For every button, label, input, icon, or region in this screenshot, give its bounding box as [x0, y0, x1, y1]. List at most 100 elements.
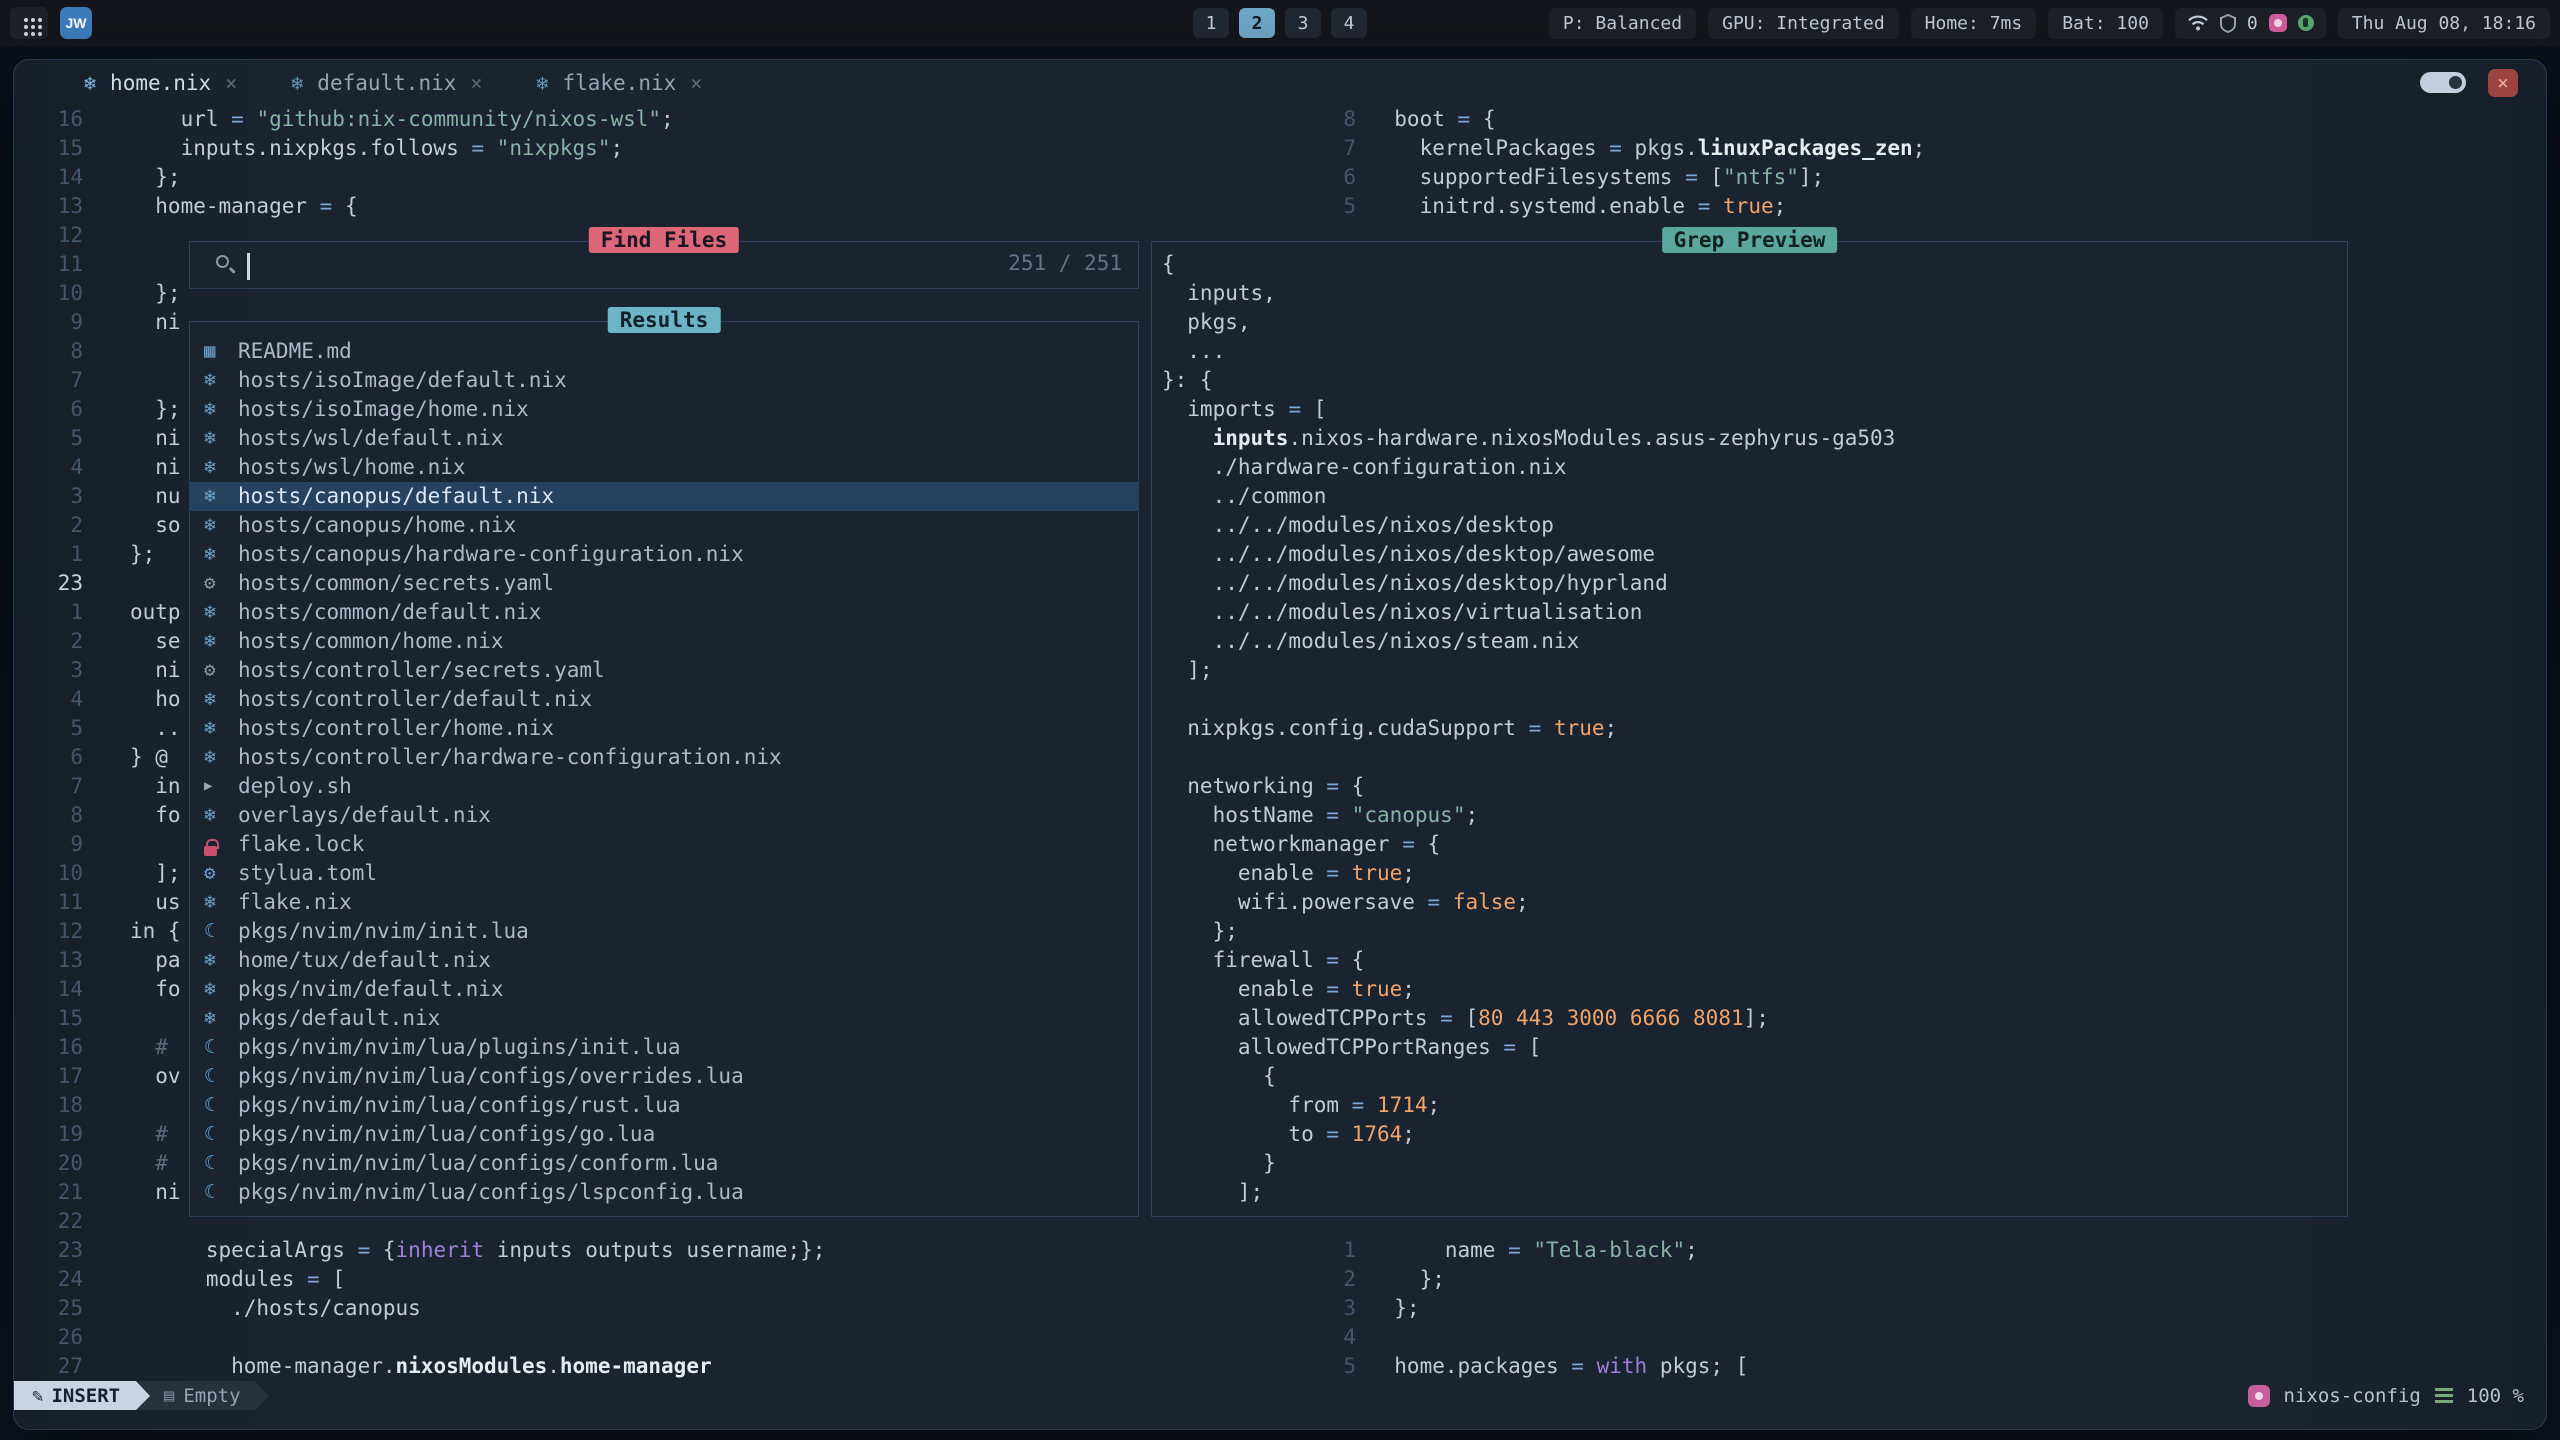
- result-item[interactable]: ❄hosts/isoImage/default.nix: [190, 366, 1138, 395]
- code-token: se: [130, 629, 181, 653]
- result-item[interactable]: ☾pkgs/nvim/nvim/lua/plugins/init.lua: [190, 1033, 1138, 1062]
- result-item[interactable]: ⚙stylua.toml: [190, 859, 1138, 888]
- nix-file-icon: ❄: [204, 1004, 238, 1033]
- line-number: 17: [39, 1062, 83, 1091]
- file-name: hosts/common/secrets.yaml: [238, 569, 554, 598]
- line-number: 5: [39, 714, 83, 743]
- code-token: {: [1428, 832, 1441, 856]
- code-token: so: [130, 513, 181, 537]
- code-token: ;: [1913, 136, 1926, 160]
- result-item[interactable]: ❄hosts/wsl/home.nix: [190, 453, 1138, 482]
- code-token: ];: [1799, 165, 1824, 189]
- result-item[interactable]: ❄hosts/controller/home.nix: [190, 714, 1138, 743]
- code-token: {: [1352, 774, 1365, 798]
- line-number: 2: [1311, 1265, 1356, 1294]
- file-name: hosts/common/home.nix: [238, 627, 504, 656]
- result-item[interactable]: ☾pkgs/nvim/nvim/init.lua: [190, 917, 1138, 946]
- result-item[interactable]: ❄hosts/canopus/home.nix: [190, 511, 1138, 540]
- result-item[interactable]: ❄hosts/canopus/hardware-configuration.ni…: [190, 540, 1138, 569]
- code-token: #: [130, 1151, 168, 1175]
- preview-line: ];: [1162, 656, 2343, 685]
- result-item[interactable]: ❄pkgs/default.nix: [190, 1004, 1138, 1033]
- code-token: ../../modules/nixos/virtualisation: [1162, 600, 1642, 624]
- system-tray[interactable]: 0: [2175, 8, 2326, 39]
- result-item[interactable]: ☾pkgs/nvim/nvim/lua/configs/overrides.lu…: [190, 1062, 1138, 1091]
- result-item[interactable]: ❄flake.nix: [190, 888, 1138, 917]
- result-item[interactable]: ❄hosts/canopus/default.nix: [190, 482, 1138, 511]
- file-name: hosts/canopus/default.nix: [238, 482, 554, 511]
- text-cursor: [247, 253, 250, 280]
- code-token: 1714: [1377, 1093, 1428, 1117]
- code-token: in {: [130, 919, 181, 943]
- result-item[interactable]: ▶deploy.sh: [190, 772, 1138, 801]
- result-item[interactable]: ☾pkgs/nvim/nvim/lua/configs/go.lua: [190, 1120, 1138, 1149]
- code-token: fo: [130, 977, 181, 1001]
- result-item[interactable]: ❄home/tux/default.nix: [190, 946, 1138, 975]
- file-name: hosts/isoImage/home.nix: [238, 395, 529, 424]
- line-number: 15: [39, 1004, 83, 1033]
- result-item[interactable]: ❄hosts/common/default.nix: [190, 598, 1138, 627]
- code-token: }: [1162, 1151, 1276, 1175]
- code-token: allowedTCPPorts: [1162, 1006, 1440, 1030]
- preview-line: ../../modules/nixos/desktop/hyprland: [1162, 569, 2343, 598]
- status-pill: Bat: 100: [2048, 8, 2163, 39]
- code-token: ;: [1402, 1122, 1415, 1146]
- result-item[interactable]: ❄hosts/controller/hardware-configuration…: [190, 743, 1138, 772]
- code-token: firewall: [1162, 948, 1326, 972]
- result-item[interactable]: ☾pkgs/nvim/nvim/lua/configs/rust.lua: [190, 1091, 1138, 1120]
- terminal-window: ❄home.nix×❄default.nix×❄flake.nix× × 16 …: [13, 59, 2547, 1430]
- code-token: #: [130, 1122, 168, 1146]
- gear-file-icon: ⚙: [204, 569, 238, 598]
- line-number: 5: [39, 424, 83, 453]
- line-number: 1: [39, 598, 83, 627]
- power-icon: [2298, 15, 2314, 31]
- code-token: ./hardware-configuration.nix: [1162, 455, 1567, 479]
- result-item[interactable]: ⚙hosts/controller/secrets.yaml: [190, 656, 1138, 685]
- editor-area[interactable]: 16 url = "github:nix-community/nixos-wsl…: [14, 60, 2546, 1429]
- code-line: 2 };: [14, 1265, 2546, 1294]
- line-number: 1: [1311, 1236, 1356, 1265]
- code-token: ../../modules/nixos/desktop: [1162, 513, 1554, 537]
- telescope-prompt[interactable]: Find Files 251 / 251: [189, 241, 1139, 289]
- lua-file-icon: ☾: [204, 1062, 238, 1091]
- workspace-button-2[interactable]: 2: [1239, 8, 1275, 38]
- code-token: =: [1402, 832, 1427, 856]
- result-item[interactable]: ❄hosts/controller/default.nix: [190, 685, 1138, 714]
- result-item[interactable]: ❄hosts/isoImage/home.nix: [190, 395, 1138, 424]
- workspace-button-4[interactable]: 4: [1331, 8, 1367, 38]
- code-token: =: [1698, 194, 1723, 218]
- code-token: };: [130, 397, 181, 421]
- result-item[interactable]: flake.lock: [190, 830, 1138, 859]
- result-item[interactable]: ❄pkgs/nvim/default.nix: [190, 975, 1138, 1004]
- result-item[interactable]: ❄hosts/wsl/default.nix: [190, 424, 1138, 453]
- code-token: =: [1503, 1035, 1528, 1059]
- code-token: =: [1326, 977, 1351, 1001]
- media-icon: [2269, 14, 2287, 32]
- code-token: =: [1326, 861, 1351, 885]
- preview-line: ...: [1162, 337, 2343, 366]
- result-item[interactable]: ❄overlays/default.nix: [190, 801, 1138, 830]
- code-token: =: [1440, 1006, 1465, 1030]
- file-name: hosts/isoImage/default.nix: [238, 366, 567, 395]
- code-token: ;: [1516, 890, 1529, 914]
- result-item[interactable]: ❄hosts/common/home.nix: [190, 627, 1138, 656]
- code-token: };: [1369, 1296, 1420, 1320]
- lua-file-icon: ☾: [204, 1120, 238, 1149]
- launcher-button[interactable]: [10, 7, 48, 39]
- logo-badge[interactable]: JW: [60, 7, 92, 39]
- code-token: ;: [1685, 1238, 1698, 1262]
- preview-line: inputs,: [1162, 279, 2343, 308]
- workspace-button-1[interactable]: 1: [1193, 8, 1229, 38]
- code-token: ni: [130, 658, 181, 682]
- result-item[interactable]: ☾pkgs/nvim/nvim/lua/configs/lspconfig.lu…: [190, 1178, 1138, 1207]
- result-item[interactable]: ⚙hosts/common/secrets.yaml: [190, 569, 1138, 598]
- code-token: ;: [1428, 1093, 1441, 1117]
- code-token: };: [130, 281, 181, 305]
- workspace-button-3[interactable]: 3: [1285, 8, 1321, 38]
- result-item[interactable]: ▦README.md: [190, 337, 1138, 366]
- preview-line: nixpkgs.config.cudaSupport = true;: [1162, 714, 2343, 743]
- clock[interactable]: Thu Aug 08, 18:16: [2338, 8, 2550, 39]
- code-token: true: [1723, 194, 1774, 218]
- result-item[interactable]: ☾pkgs/nvim/nvim/lua/configs/conform.lua: [190, 1149, 1138, 1178]
- statusline-left: ✎ INSERT ▤ Empty: [14, 1381, 269, 1410]
